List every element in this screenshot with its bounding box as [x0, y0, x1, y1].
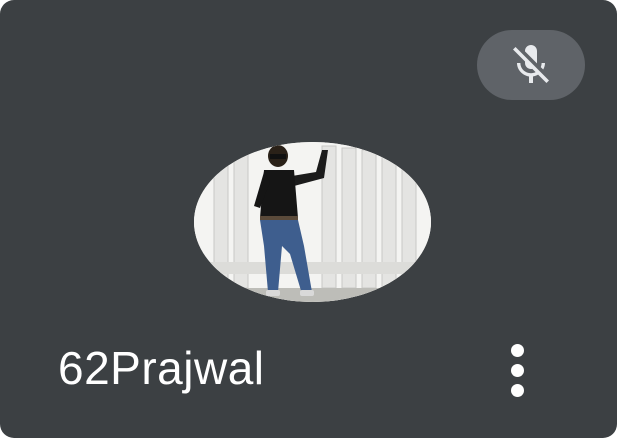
more-options-button[interactable]: [496, 334, 538, 406]
profile-photo: [194, 142, 431, 302]
more-vert-icon-dot: [510, 363, 524, 377]
participant-tile[interactable]: 62Prajwal: [0, 0, 617, 438]
mic-muted-indicator[interactable]: [477, 30, 585, 100]
participant-avatar: [194, 142, 431, 302]
more-vert-icon-dot: [510, 343, 524, 357]
more-vert-icon-dot: [510, 383, 524, 397]
participant-name: 62Prajwal: [58, 342, 265, 394]
mic-off-icon: [513, 45, 549, 83]
